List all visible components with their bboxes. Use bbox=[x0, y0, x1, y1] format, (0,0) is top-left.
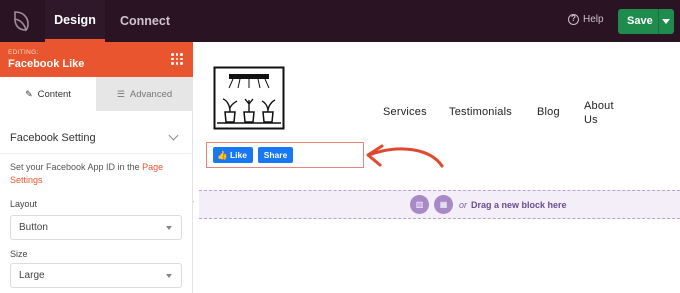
settings-tabs: ✎ Content ☰ Advanced bbox=[0, 77, 193, 111]
save-divider bbox=[658, 9, 659, 34]
tab-advanced-label: Advanced bbox=[129, 89, 173, 100]
drop-zone-text: Drag a new block here bbox=[471, 200, 567, 210]
columns-icon[interactable]: ▥ bbox=[410, 195, 429, 214]
pencil-icon: ✎ bbox=[25, 89, 33, 99]
sliders-icon: ☰ bbox=[116, 89, 125, 99]
plant-shop-logo[interactable] bbox=[213, 66, 285, 130]
fb-like-label: Like bbox=[229, 150, 247, 160]
caret-down-icon bbox=[166, 226, 172, 230]
tab-advanced[interactable]: ☰ Advanced bbox=[96, 77, 193, 111]
save-dropdown-icon[interactable] bbox=[662, 19, 670, 24]
top-bar: Design Connect ? Help Save bbox=[0, 0, 680, 42]
tab-design[interactable]: Design bbox=[45, 0, 105, 42]
save-button[interactable]: Save bbox=[618, 9, 674, 34]
tab-content[interactable]: ✎ Content bbox=[0, 77, 96, 111]
help-text-body: Set your Facebook App ID in the bbox=[10, 162, 143, 172]
help-text: Set your Facebook App ID in the Page Set… bbox=[10, 161, 185, 187]
editing-title: Facebook Like bbox=[8, 58, 85, 70]
nav-services[interactable]: Services bbox=[383, 106, 427, 118]
size-select-value: Large bbox=[19, 270, 45, 281]
chevron-down-icon[interactable] bbox=[168, 130, 179, 141]
saved-block-icon[interactable]: ▦ bbox=[434, 195, 453, 214]
drop-zone-or: or bbox=[459, 200, 468, 210]
grid-menu-icon[interactable] bbox=[171, 53, 183, 65]
facebook-like-button[interactable]: 👍 Like bbox=[213, 147, 253, 163]
editing-header: EDITING: Facebook Like bbox=[0, 42, 193, 77]
nav-blog[interactable]: Blog bbox=[537, 106, 560, 118]
tab-content-label: Content bbox=[37, 89, 71, 100]
layout-select[interactable]: Button bbox=[10, 215, 182, 240]
layout-select-value: Button bbox=[19, 222, 48, 233]
caret-down-icon bbox=[166, 274, 172, 278]
save-label: Save bbox=[627, 15, 653, 27]
editing-label: EDITING: bbox=[8, 49, 39, 56]
help-label: Help bbox=[583, 14, 604, 25]
seedprod-logo-icon[interactable] bbox=[6, 6, 36, 36]
size-label: Size bbox=[10, 249, 28, 259]
help-icon: ? bbox=[568, 14, 579, 25]
sidebar: EDITING: Facebook Like ✎ Content ☰ Advance… bbox=[0, 42, 193, 293]
thumbs-up-icon: 👍 bbox=[217, 150, 228, 160]
tab-connect[interactable]: Connect bbox=[110, 0, 180, 42]
divider bbox=[0, 153, 193, 154]
layout-label: Layout bbox=[10, 199, 38, 209]
section-title[interactable]: Facebook Setting bbox=[10, 132, 96, 144]
facebook-share-button[interactable]: Share bbox=[258, 147, 293, 163]
nav-about-us[interactable]: About Us bbox=[584, 99, 620, 127]
nav-testimonials[interactable]: Testimonials bbox=[449, 106, 512, 118]
red-arrow-annotation bbox=[366, 144, 444, 168]
size-select[interactable]: Large bbox=[10, 263, 182, 288]
help-link[interactable]: ? Help bbox=[568, 14, 604, 25]
